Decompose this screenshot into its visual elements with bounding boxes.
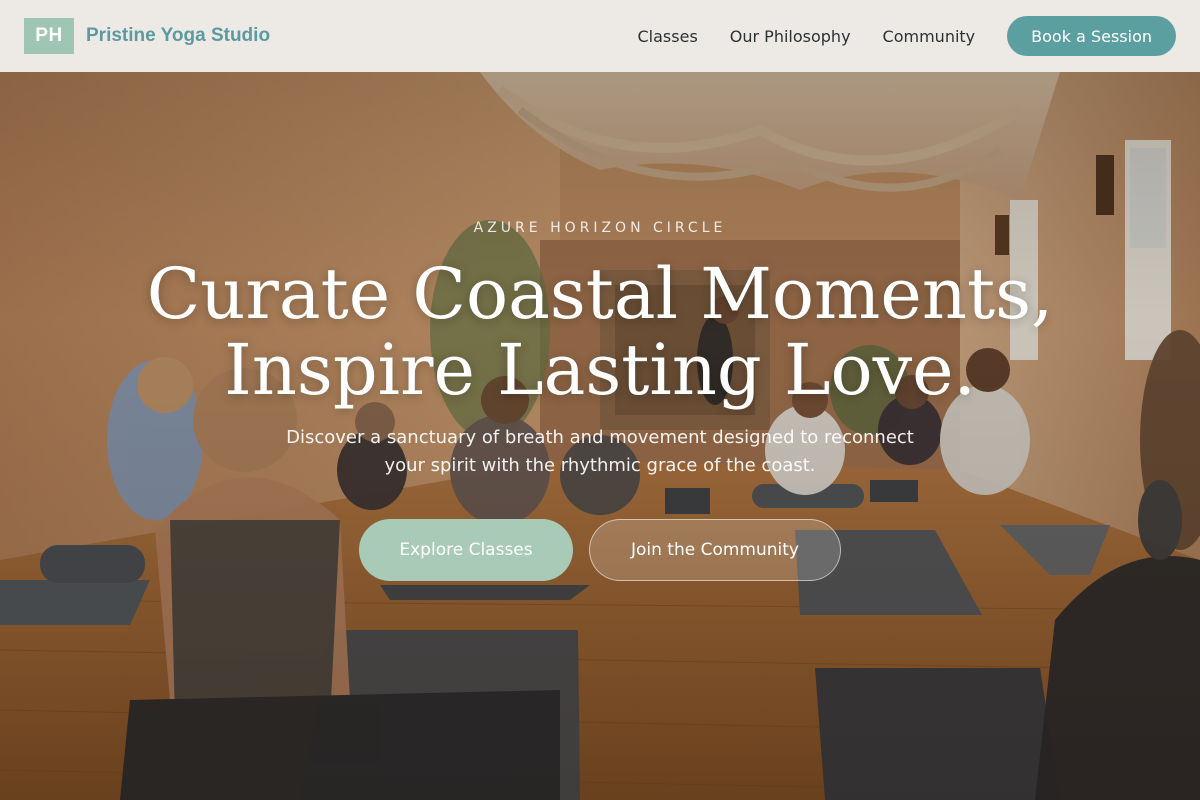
join-community-button[interactable]: Join the Community [589,519,841,581]
explore-classes-button[interactable]: Explore Classes [359,519,573,581]
hero-section: AZURE HORIZON CIRCLE Curate Coastal Mome… [0,0,1200,800]
hero-button-row: Explore Classes Join the Community [0,519,1200,581]
hero-headline: Curate Coastal Moments, Inspire Lasting … [0,256,1200,408]
hero-eyebrow: AZURE HORIZON CIRCLE [473,220,727,236]
landing-page: PH Pristine Yoga Studio Classes Our Phil… [0,0,1200,800]
hero-subtitle: Discover a sanctuary of breath and movem… [286,427,914,476]
hero-headline-line-2: Inspire Lasting Love. [224,329,976,411]
hero-headline-line-1: Curate Coastal Moments, [146,253,1054,335]
